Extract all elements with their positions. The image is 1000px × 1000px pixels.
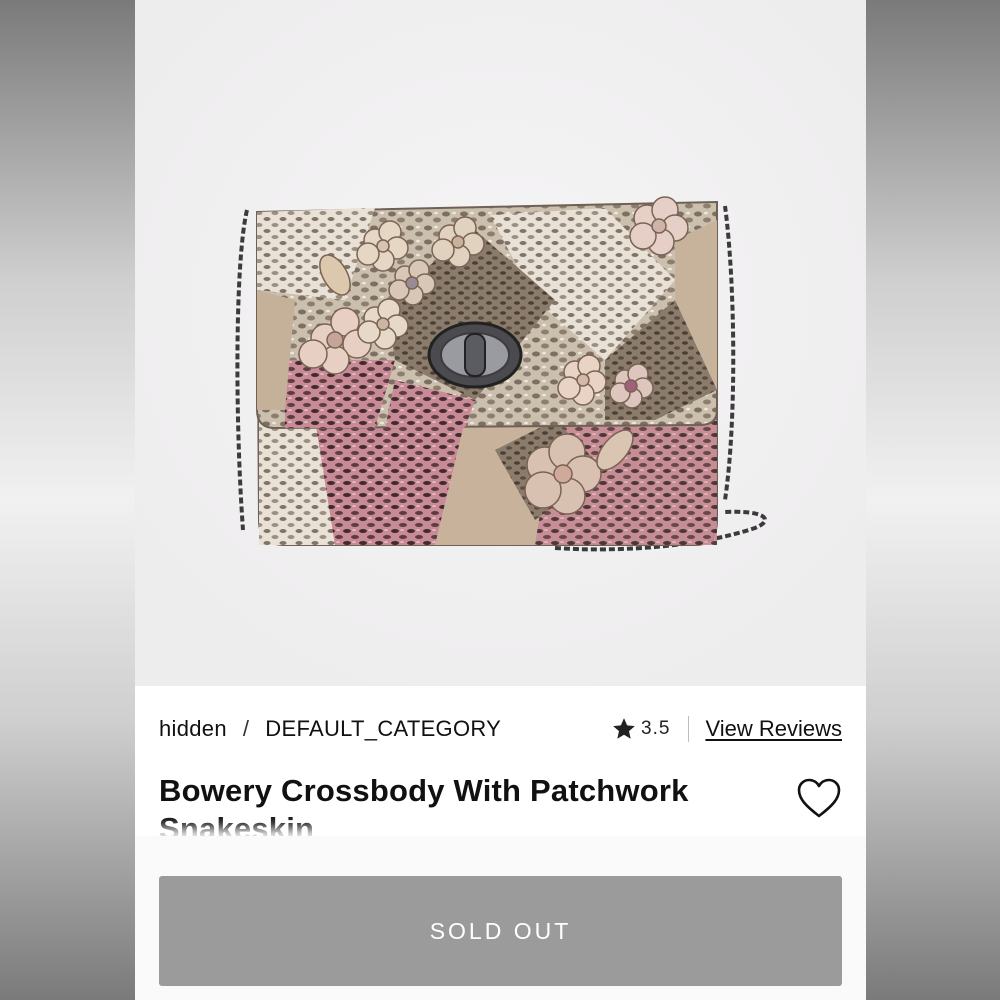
breadcrumb-separator: /	[242, 716, 250, 741]
breadcrumb: hidden / DEFAULT_CATEGORY	[159, 716, 501, 742]
heart-outline-icon[interactable]	[796, 778, 842, 820]
product-rating: 3.5 View Reviews	[611, 716, 842, 742]
view-reviews-link[interactable]: View Reviews	[705, 716, 842, 742]
sold-out-button[interactable]: SOLD OUT	[159, 876, 842, 986]
product-detail-screen: hidden / DEFAULT_CATEGORY 3.5 View Revie…	[135, 0, 866, 1000]
rating-divider	[688, 716, 690, 742]
product-meta-row: hidden / DEFAULT_CATEGORY 3.5 View Revie…	[159, 712, 842, 746]
left-blurred-backdrop	[0, 0, 135, 1000]
right-blurred-backdrop	[865, 0, 1000, 1000]
breadcrumb-brand[interactable]: hidden	[159, 716, 227, 742]
star-icon	[613, 718, 635, 739]
product-image[interactable]	[135, 0, 866, 686]
purchase-footer: SOLD OUT	[135, 836, 866, 1000]
rating-value: 3.5	[641, 718, 671, 739]
handbag-illustration	[135, 0, 866, 686]
breadcrumb-category[interactable]: DEFAULT_CATEGORY	[265, 716, 501, 742]
